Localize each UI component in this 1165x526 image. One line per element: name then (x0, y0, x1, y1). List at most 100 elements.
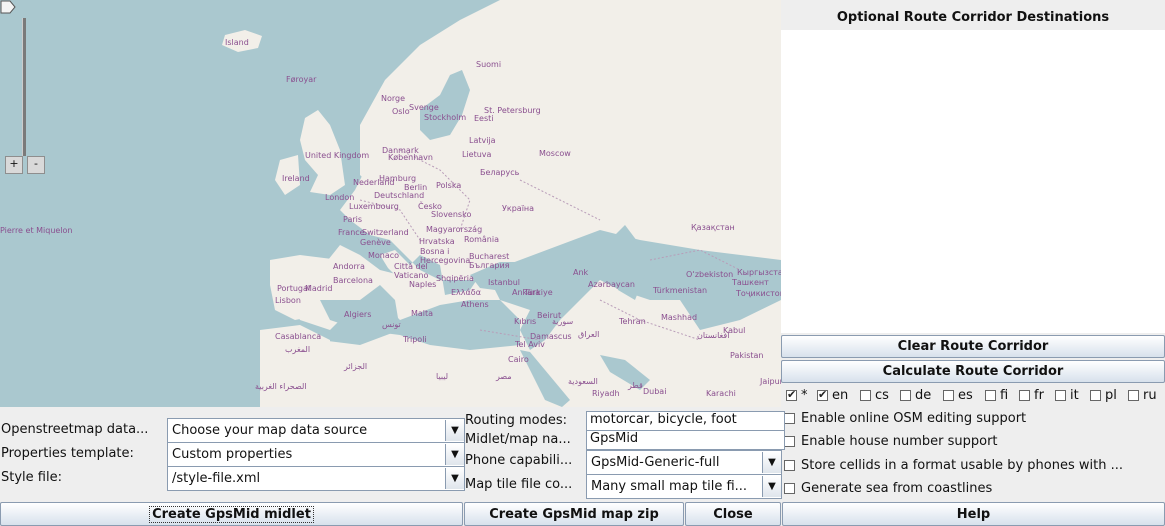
checkbox-icon[interactable] (1090, 390, 1101, 401)
map-label: Azərbaycan (588, 280, 635, 289)
lang-checkbox-es[interactable]: es (943, 388, 973, 403)
map-label: Кыргызстан (737, 268, 781, 277)
midlet-name-field[interactable]: GpsMid (586, 430, 785, 450)
lang-label: pl (1105, 388, 1117, 403)
checkbox-icon[interactable] (860, 390, 871, 401)
map-label: Istanbul (488, 278, 521, 287)
lang-checkbox-it[interactable]: it (1055, 388, 1079, 403)
cellids-option[interactable]: Store cellids in a format usable by phon… (784, 458, 1123, 473)
corridor-destination-list[interactable] (781, 30, 1165, 333)
house-number-option[interactable]: Enable house number support (784, 434, 998, 449)
osm-data-select[interactable]: Choose your map data source ▼ (167, 418, 465, 443)
lang-checkbox-fi[interactable]: fi (985, 388, 1008, 403)
map-tile-file-select[interactable]: Many small map tile fi... ▼ (586, 474, 782, 499)
corridor-title: Optional Route Corridor Destinations (836, 10, 1110, 25)
sea-coastlines-option[interactable]: Generate sea from coastlines (784, 481, 992, 496)
map-label: Føroyar (286, 75, 317, 84)
option-label: Generate sea from coastlines (801, 481, 993, 496)
map-label: London (325, 193, 355, 202)
lang-checkbox-all[interactable]: * (786, 388, 808, 403)
lang-checkbox-de[interactable]: de (900, 388, 931, 403)
map-label: Беларусь (480, 168, 520, 177)
map-label: Shqipëria (436, 274, 474, 283)
option-label: Store cellids in a format usable by phon… (801, 458, 1123, 473)
lang-label: es (958, 388, 973, 403)
chevron-down-icon[interactable]: ▼ (762, 476, 781, 497)
map-label: Slovensko (431, 210, 472, 219)
routing-modes-field[interactable]: motorcar, bicycle, foot (586, 411, 785, 431)
map-label: Magyarország (426, 225, 483, 234)
checkbox-icon[interactable] (786, 388, 797, 401)
checkbox-icon[interactable] (784, 460, 795, 471)
help-button[interactable]: Help (782, 502, 1165, 526)
map-label: Suomi (476, 60, 502, 69)
lang-label: fr (1034, 388, 1044, 403)
chevron-down-icon[interactable]: ▼ (445, 468, 464, 489)
checkbox-icon[interactable] (1055, 390, 1066, 401)
option-label: Enable house number support (801, 434, 998, 449)
osm-editing-option[interactable]: Enable online OSM editing support (784, 411, 1026, 426)
checkbox-icon[interactable] (817, 388, 828, 401)
zoom-out-button[interactable]: - (27, 156, 45, 174)
chevron-down-icon[interactable]: ▼ (445, 444, 464, 465)
lang-checkbox-en[interactable]: en (817, 388, 848, 403)
checkbox-icon[interactable] (784, 483, 795, 494)
map-label: Genève (360, 238, 391, 247)
map-label: ليبيا (436, 372, 449, 381)
map-label: Madrid (305, 284, 333, 293)
checkbox-icon[interactable] (784, 413, 795, 424)
map-label: Naples (409, 280, 437, 289)
checkbox-icon[interactable] (900, 390, 911, 401)
map-label: الصحراء الغربية (255, 382, 307, 391)
lang-label: fi (1000, 388, 1009, 403)
map-label: مصر (496, 372, 512, 381)
clear-route-corridor-button[interactable]: Clear Route Corridor (781, 335, 1165, 358)
checkbox-icon[interactable] (1019, 390, 1030, 401)
map-tile-file-label: Map tile file co... (465, 477, 573, 492)
checkbox-icon[interactable] (1128, 390, 1139, 401)
map-label: България (469, 261, 510, 270)
create-midlet-button[interactable]: Create GpsMid midlet (0, 502, 463, 526)
map-label: Тоҷикистон (736, 289, 781, 298)
lang-checkbox-ru[interactable]: ru (1128, 388, 1157, 403)
map-view[interactable]: Island Føroyar Norge Suomi Svenge Oslo S… (0, 0, 781, 407)
style-file-value: /style-file.xml (172, 471, 261, 486)
phone-capabilities-label: Phone capabili... (465, 453, 573, 468)
lang-checkbox-fr[interactable]: fr (1019, 388, 1044, 403)
chevron-down-icon[interactable]: ▼ (762, 452, 781, 473)
style-file-select[interactable]: /style-file.xml ▼ (167, 466, 465, 491)
create-map-zip-button[interactable]: Create GpsMid map zip (464, 502, 684, 526)
map-label: France (338, 228, 365, 237)
map-label: Barcelona (333, 276, 373, 285)
map-label: Algiers (344, 310, 372, 319)
lang-label: en (832, 388, 849, 403)
option-label: Enable online OSM editing support (801, 411, 1027, 426)
map-label: United Kingdom (305, 151, 370, 160)
map-label: Lisbon (275, 296, 301, 305)
properties-template-select[interactable]: Custom properties ▼ (167, 442, 465, 467)
map-label: Ankara (512, 288, 541, 297)
map-label: Україна (502, 204, 535, 213)
chevron-down-icon[interactable]: ▼ (445, 420, 464, 441)
checkbox-icon[interactable] (943, 390, 954, 401)
map-label: السعودية (568, 377, 598, 386)
map-label: Norge (381, 94, 406, 103)
midlet-name-label: Midlet/map na... (465, 432, 571, 447)
close-button[interactable]: Close (685, 502, 781, 526)
zoom-slider-thumb[interactable] (0, 0, 16, 14)
map-label: Tehran (619, 317, 646, 326)
checkbox-icon[interactable] (985, 390, 996, 401)
zoom-in-button[interactable]: + (5, 156, 23, 174)
zoom-slider-track[interactable] (22, 18, 26, 156)
phone-capabilities-select[interactable]: GpsMid-Generic-full ▼ (586, 450, 782, 475)
map-label: Casablanca (275, 332, 322, 341)
map-label: Luxembourg (349, 202, 399, 211)
checkbox-icon[interactable] (784, 436, 795, 447)
lang-checkbox-cs[interactable]: cs (860, 388, 889, 403)
map-label: قطر (628, 381, 643, 390)
lang-checkbox-pl[interactable]: pl (1090, 388, 1117, 403)
calculate-route-corridor-button[interactable]: Calculate Route Corridor (781, 360, 1165, 383)
map-label: Svenge (409, 103, 439, 112)
map-label: Eesti (474, 114, 494, 123)
map-label: Latvija (469, 136, 496, 145)
